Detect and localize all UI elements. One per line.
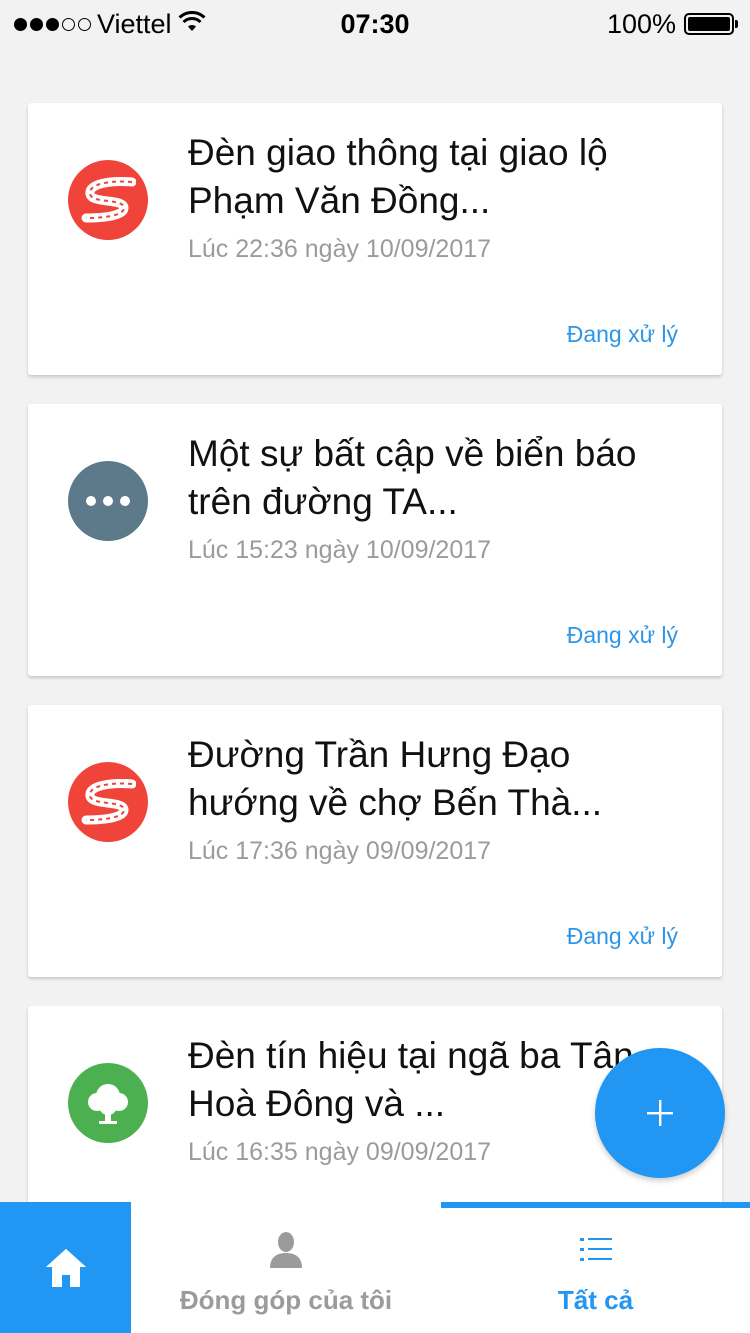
road-icon — [68, 160, 148, 240]
more-icon — [68, 461, 148, 541]
home-button[interactable] — [0, 1202, 131, 1333]
tab-label: Tất cả — [557, 1285, 634, 1315]
active-tab-indicator — [441, 1202, 750, 1208]
status-bar: Viettel 07:30 100% — [0, 0, 750, 50]
report-card[interactable]: Đường Trần Hưng Đạo hướng về chợ Bến Thà… — [28, 705, 722, 977]
report-time: Lúc 17:36 ngày 09/09/2017 — [188, 837, 492, 865]
plus-icon — [647, 1100, 673, 1126]
person-icon — [269, 1230, 303, 1270]
battery-percent: 100% — [606, 8, 676, 39]
tree-icon — [68, 1063, 148, 1143]
road-icon — [68, 762, 148, 842]
report-status: Đang xử lý — [566, 321, 678, 347]
report-card[interactable]: Đèn giao thông tại giao lộ Phạm Văn Đồng… — [28, 103, 722, 375]
list-icon — [579, 1230, 612, 1270]
report-time: Lúc 15:23 ngày 10/09/2017 — [188, 536, 492, 564]
home-icon — [45, 1248, 86, 1287]
bottom-nav: Đóng góp của tôi Tất cả — [0, 1202, 750, 1333]
report-time: Lúc 22:36 ngày 10/09/2017 — [188, 235, 492, 263]
report-title: Đèn giao thông tại giao lộ Phạm Văn Đồng… — [188, 132, 608, 221]
battery-icon — [684, 13, 738, 35]
tab-my-contributions[interactable]: Đóng góp của tôi — [131, 1202, 441, 1333]
report-status: Đang xử lý — [566, 622, 678, 648]
status-right: 100% — [606, 6, 738, 42]
report-title: Một sự bất cập về biển báo trên đường TA… — [188, 433, 637, 522]
report-status: Đang xử lý — [566, 923, 678, 949]
report-title: Đường Trần Hưng Đạo hướng về chợ Bến Thà… — [188, 734, 603, 823]
tab-label: Đóng góp của tôi — [179, 1285, 393, 1315]
report-card[interactable]: Một sự bất cập về biển báo trên đường TA… — [28, 404, 722, 676]
add-report-button[interactable] — [595, 1048, 725, 1178]
report-time: Lúc 16:35 ngày 09/09/2017 — [188, 1138, 492, 1166]
tab-all[interactable]: Tất cả — [441, 1202, 750, 1333]
